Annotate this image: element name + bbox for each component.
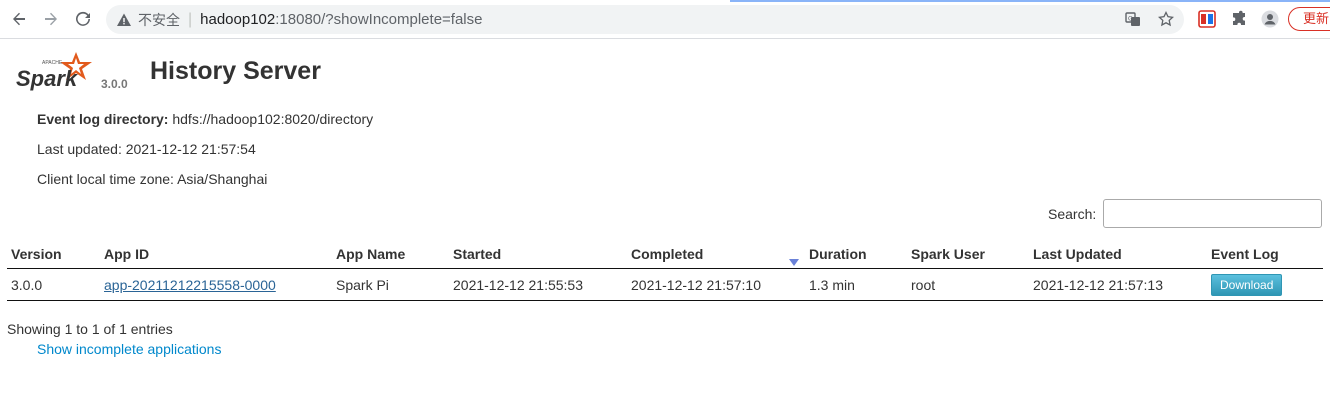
col-event-log[interactable]: Event Log — [1207, 240, 1323, 269]
page-load-progress — [730, 0, 1330, 2]
col-completed-label: Completed — [631, 246, 704, 262]
cell-started: 2021-12-12 21:55:53 — [449, 268, 627, 301]
download-button[interactable]: Download — [1211, 273, 1283, 296]
spark-logo-text: Spark — [16, 66, 79, 91]
last-updated: Last updated: 2021-12-12 21:57:54 — [37, 141, 256, 157]
event-log-value: hdfs://hadoop102:8020/directory — [172, 111, 374, 127]
event-log-label: Event log directory: — [37, 111, 169, 127]
fe-extension-icon[interactable] — [1198, 10, 1216, 28]
cell-last-updated: 2021-12-12 21:57:13 — [1029, 268, 1207, 301]
reload-icon[interactable] — [72, 8, 94, 30]
warning-icon[interactable] — [116, 12, 132, 28]
translate-icon[interactable]: G — [1125, 11, 1141, 27]
forward-icon[interactable] — [40, 8, 62, 30]
sort-descending-icon — [789, 259, 799, 266]
entries-info: Showing 1 to 1 of 1 entries — [7, 321, 173, 337]
cell-event-log: Download — [1207, 268, 1323, 301]
bookmark-star-icon[interactable] — [1158, 11, 1174, 27]
col-duration[interactable]: Duration — [805, 240, 907, 269]
page-title: History Server — [150, 57, 321, 85]
url-path: :18080/?showIncomplete=false — [275, 11, 483, 28]
event-log-directory: Event log directory: hdfs://hadoop102:80… — [37, 111, 373, 127]
col-spark-user[interactable]: Spark User — [907, 240, 1029, 269]
search-label: Search: — [1048, 206, 1097, 222]
back-icon[interactable] — [8, 8, 30, 30]
update-browser-button[interactable]: 更新 — [1288, 7, 1330, 31]
table-header-row: Version App ID App Name Started Complete… — [7, 240, 1323, 269]
url-separator: | — [188, 10, 193, 28]
spark-logo[interactable]: APACHE Spark — [14, 50, 96, 94]
cell-completed: 2021-12-12 21:57:10 — [627, 268, 805, 301]
col-completed[interactable]: Completed — [627, 240, 805, 269]
cell-version: 3.0.0 — [7, 268, 100, 301]
client-timezone: Client local time zone: Asia/Shanghai — [37, 171, 268, 187]
cell-duration: 1.3 min — [805, 268, 907, 301]
col-started[interactable]: Started — [449, 240, 627, 269]
col-app-name[interactable]: App Name — [332, 240, 449, 269]
app-id-link[interactable]: app-20211212215558-0000 — [104, 277, 276, 293]
cell-spark-user: root — [907, 268, 1029, 301]
show-incomplete-link[interactable]: Show incomplete applications — [37, 341, 221, 357]
url-host: hadoop102 — [200, 11, 276, 28]
address-bar[interactable]: 不安全 | hadoop102 :18080/?showIncomplete=f… — [106, 5, 1184, 34]
cell-app-name: Spark Pi — [332, 268, 449, 301]
extensions-puzzle-icon[interactable] — [1230, 10, 1248, 28]
insecure-label: 不安全 — [138, 12, 180, 29]
svg-text:G: G — [1128, 16, 1133, 23]
applications-table: Version App ID App Name Started Complete… — [7, 240, 1323, 301]
profile-avatar-icon[interactable] — [1261, 10, 1279, 28]
table-row: 3.0.0 app-20211212215558-0000 Spark Pi 2… — [7, 268, 1323, 301]
col-last-updated[interactable]: Last Updated — [1029, 240, 1207, 269]
col-version[interactable]: Version — [7, 240, 100, 269]
cell-app-id: app-20211212215558-0000 — [100, 268, 332, 301]
search-input[interactable] — [1103, 199, 1322, 228]
spark-version: 3.0.0 — [101, 77, 128, 91]
browser-toolbar: 不安全 | hadoop102 :18080/?showIncomplete=f… — [0, 0, 1330, 39]
col-app-id[interactable]: App ID — [100, 240, 332, 269]
